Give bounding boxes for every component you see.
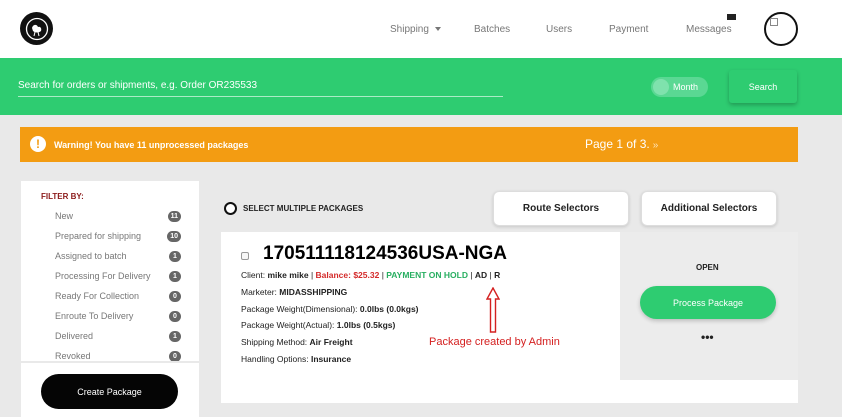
select-multiple-toggle[interactable]: SELECT MULTIPLE PACKAGES xyxy=(224,202,363,215)
additional-selectors-button[interactable]: Additional Selectors xyxy=(641,191,777,226)
filter-title: FILTER BY: xyxy=(41,192,84,201)
count-badge: 1 xyxy=(169,331,181,342)
filter-item-label: Processing For Delivery xyxy=(55,271,151,281)
filter-item-label: Assigned to batch xyxy=(55,251,127,261)
warning-banner: ! Warning! You have 11 unprocessed packa… xyxy=(20,127,798,162)
tag-r: R xyxy=(494,270,501,280)
count-badge: 1 xyxy=(169,251,181,262)
filter-item-label: Ready For Collection xyxy=(55,291,140,301)
next-page-link[interactable]: » xyxy=(653,140,659,151)
filter-item-delivered[interactable]: Delivered 1 xyxy=(55,330,185,344)
package-id[interactable]: 170511118124536USA-NGA xyxy=(263,243,507,265)
nav-shipping-label: Shipping xyxy=(390,24,429,35)
shipping-label: Shipping Method: xyxy=(241,337,308,347)
filter-item-assigned[interactable]: Assigned to batch 1 xyxy=(55,250,185,264)
month-toggle[interactable]: Month xyxy=(651,77,708,97)
more-options-icon[interactable]: ••• xyxy=(701,330,714,344)
count-badge: 10 xyxy=(167,231,181,242)
search-bar: Month Search xyxy=(0,58,842,115)
handling-label: Handling Options: xyxy=(241,354,309,364)
shipping-value: Air Freight xyxy=(309,337,353,347)
package-checkbox[interactable] xyxy=(241,252,249,260)
filter-item-label: New xyxy=(55,211,74,221)
envelope-icon xyxy=(727,14,736,20)
nav-payment[interactable]: Payment xyxy=(609,24,648,35)
nav-users[interactable]: Users xyxy=(546,24,572,35)
route-selectors-button[interactable]: Route Selectors xyxy=(493,191,629,226)
weight-act-label: Package Weight(Actual): xyxy=(241,320,335,330)
shipping-line: Shipping Method: Air Freight xyxy=(241,337,353,347)
pagination: Page 1 of 3.» xyxy=(585,137,658,151)
filter-item-revoked[interactable]: Revoked 0 xyxy=(55,350,185,361)
handling-line: Handling Options: Insurance xyxy=(241,354,351,364)
marketer-value: MIDASSHIPPING xyxy=(279,287,348,297)
weight-dim-value: 0.0lbs (0.0kgs) xyxy=(359,304,419,314)
count-badge: 0 xyxy=(169,311,181,322)
filter-item-label: Enroute To Delivery xyxy=(55,311,134,321)
count-badge: 0 xyxy=(169,291,181,302)
top-navbar: Shipping Batches Users Payment Messages xyxy=(0,0,842,58)
count-badge: 1 xyxy=(169,271,181,282)
weight-act-value: 1.0lbs (0.5kgs) xyxy=(336,320,396,330)
nav-batches[interactable]: Batches xyxy=(474,24,510,35)
balance-value: Balance: $25.32 xyxy=(315,270,380,280)
marketer-label: Marketer: xyxy=(241,287,277,297)
filter-item-processing[interactable]: Processing For Delivery 1 xyxy=(55,270,185,284)
annotation-text: Package created by Admin xyxy=(429,336,560,348)
nav-messages[interactable]: Messages xyxy=(686,24,732,35)
count-badge: 11 xyxy=(167,211,181,222)
weight-act-line: Package Weight(Actual): 1.0lbs (0.5kgs) xyxy=(241,320,395,330)
marketer-line: Marketer: MIDASSHIPPING xyxy=(241,287,347,297)
tag-ad: AD xyxy=(474,270,488,280)
annotation-arrow-icon xyxy=(486,287,500,333)
select-multiple-label: SELECT MULTIPLE PACKAGES xyxy=(243,204,364,213)
broken-image-icon xyxy=(770,18,778,26)
filter-item-ready[interactable]: Ready For Collection 0 xyxy=(55,290,185,304)
exclamation-icon: ! xyxy=(30,136,46,152)
filter-item-label: Revoked xyxy=(55,351,91,361)
filter-panel: FILTER BY: New 11 Prepared for shipping … xyxy=(21,181,199,361)
filter-item-new[interactable]: New 11 xyxy=(55,210,185,224)
search-button[interactable]: Search xyxy=(729,70,797,103)
nav-shipping[interactable]: Shipping xyxy=(390,24,441,35)
handling-value: Insurance xyxy=(310,354,352,364)
chevron-down-icon xyxy=(434,27,441,32)
bird-logo-icon[interactable] xyxy=(20,12,53,45)
month-toggle-label: Month xyxy=(672,82,698,92)
warning-text: Warning! You have 11 unprocessed package… xyxy=(54,140,249,150)
payment-status: PAYMENT ON HOLD xyxy=(386,270,468,280)
process-package-button[interactable]: Process Package xyxy=(640,286,776,319)
client-label: Client: xyxy=(241,270,266,280)
count-badge: 0 xyxy=(169,351,181,361)
package-status: OPEN xyxy=(696,263,719,272)
radio-icon[interactable] xyxy=(224,202,237,215)
page-indicator: Page 1 of 3. xyxy=(585,137,650,151)
filter-item-prepared[interactable]: Prepared for shipping 10 xyxy=(55,230,185,244)
client-name: mike mike xyxy=(267,270,309,280)
client-line: Client: mike mike | Balance: $25.32 | PA… xyxy=(241,270,501,280)
weight-dim-line: Package Weight(Dimensional): 0.0lbs (0.0… xyxy=(241,304,419,314)
filter-item-label: Prepared for shipping xyxy=(55,231,142,241)
avatar[interactable] xyxy=(764,12,798,46)
search-input[interactable] xyxy=(18,75,503,97)
create-package-button[interactable]: Create Package xyxy=(41,374,178,409)
weight-dim-label: Package Weight(Dimensional): xyxy=(241,304,358,314)
filter-item-enroute[interactable]: Enroute To Delivery 0 xyxy=(55,310,185,324)
filter-item-label: Delivered xyxy=(55,331,94,341)
